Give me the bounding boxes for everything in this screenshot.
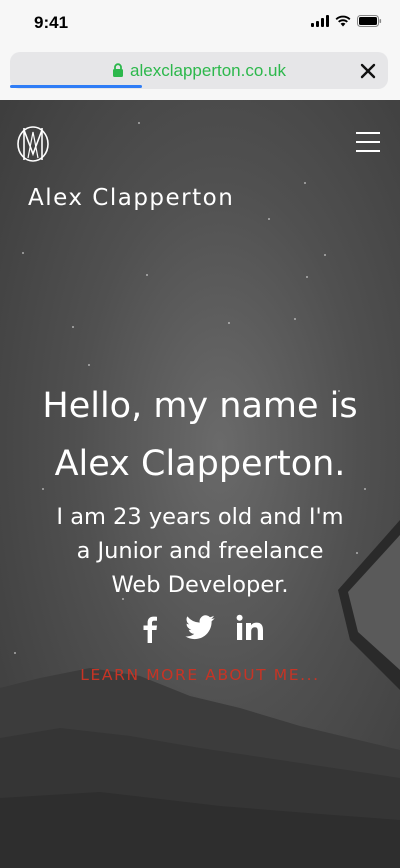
status-time: 9:41 (34, 13, 69, 32)
signal-icon (311, 15, 329, 27)
address-bar[interactable]: alexclapperton.co.uk (10, 52, 388, 89)
close-icon[interactable] (358, 61, 378, 81)
subline-line-1: I am 23 years old and I'm (56, 504, 344, 530)
browser-chrome: alexclapperton.co.uk (0, 44, 400, 100)
am-monogram-logo[interactable] (16, 124, 50, 164)
facebook-icon[interactable] (134, 612, 166, 644)
headline-line-2: Alex Clapperton. (54, 444, 346, 484)
learn-more-link[interactable]: LEARN MORE ABOUT ME... (0, 666, 400, 684)
subline-line-3: Web Developer. (111, 572, 289, 598)
hamburger-menu-icon[interactable] (356, 132, 380, 152)
twitter-icon[interactable] (184, 612, 216, 644)
status-icons (311, 15, 382, 27)
url-text: alexclapperton.co.uk (130, 60, 286, 80)
status-bar: 9:41 (0, 0, 400, 44)
hero-subline: I am 23 years old and I'm a Junior and f… (0, 500, 400, 602)
linkedin-icon[interactable] (234, 612, 266, 644)
mountain-silhouette (0, 668, 400, 868)
social-links (0, 612, 400, 644)
hero-headline: Hello, my name is Alex Clapperton. (0, 377, 400, 493)
hero-section: Alex Clapperton Hello, my name is Alex C… (0, 100, 400, 868)
headline-line-1: Hello, my name is (42, 386, 358, 426)
lock-icon (113, 63, 124, 77)
battery-icon (357, 15, 382, 27)
wifi-icon (335, 15, 351, 27)
site-name[interactable]: Alex Clapperton (28, 185, 234, 211)
url-display[interactable]: alexclapperton.co.uk (10, 52, 388, 89)
subline-line-2: a Junior and freelance (76, 538, 324, 564)
page-load-progress-bar (10, 85, 143, 88)
